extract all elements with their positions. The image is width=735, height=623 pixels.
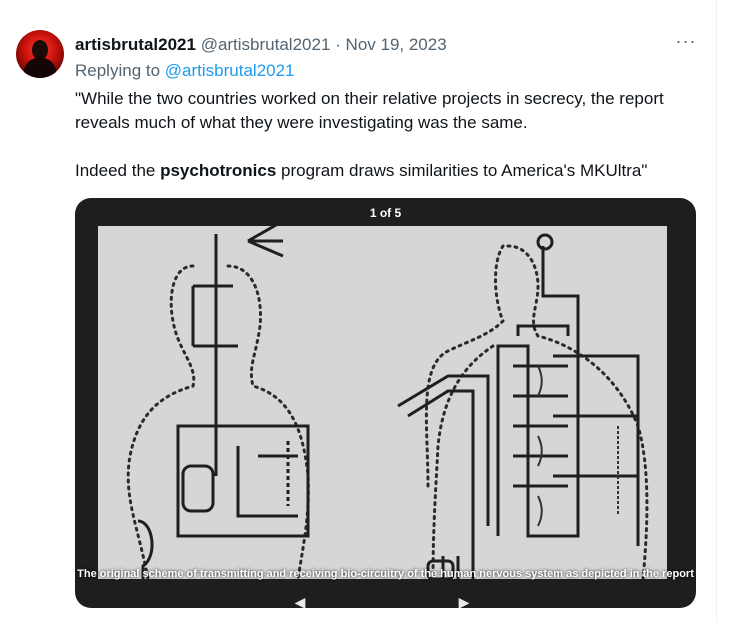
media-photo[interactable] — [98, 226, 667, 579]
circuit-diagram-illustration — [98, 226, 667, 579]
replying-to-handle-link[interactable]: @artisbrutal2021 — [165, 61, 295, 80]
tweet-header: artisbrutal2021 @artisbrutal2021 · Nov 1… — [75, 34, 447, 56]
media-counter: 1 of 5 — [369, 206, 402, 220]
media-gallery[interactable]: 1 of 5 The original scheme of transmitti… — [75, 198, 696, 608]
arrow-right-icon[interactable]: ▶ — [453, 595, 475, 608]
column-divider — [716, 0, 717, 623]
replying-to-label: Replying to — [75, 61, 161, 80]
tweet-text: "While the two countries worked on their… — [75, 87, 705, 183]
tweet-text-paragraph-2: Indeed the psychotronics program draws s… — [75, 159, 705, 183]
media-caption: The original scheme of transmitting and … — [77, 568, 694, 580]
user-handle[interactable]: @artisbrutal2021 — [201, 35, 331, 54]
avatar-head-shape — [32, 40, 48, 60]
tweet-text-paragraph-1: "While the two countries worked on their… — [75, 89, 664, 132]
dot-separator: · — [335, 35, 341, 54]
avatar[interactable] — [16, 30, 64, 78]
tweet-date[interactable]: Nov 19, 2023 — [346, 35, 447, 54]
text-segment: program draws similarities to America's … — [276, 161, 648, 180]
arrow-left-icon[interactable]: ◀ — [289, 595, 311, 608]
avatar-shoulders-shape — [24, 58, 56, 78]
bold-keyword: psychotronics — [160, 161, 277, 180]
more-options-icon[interactable]: ··· — [672, 32, 700, 55]
text-segment: Indeed the — [75, 161, 161, 180]
replying-to: Replying to @artisbrutal2021 — [75, 60, 295, 82]
display-name[interactable]: artisbrutal2021 — [75, 35, 196, 54]
